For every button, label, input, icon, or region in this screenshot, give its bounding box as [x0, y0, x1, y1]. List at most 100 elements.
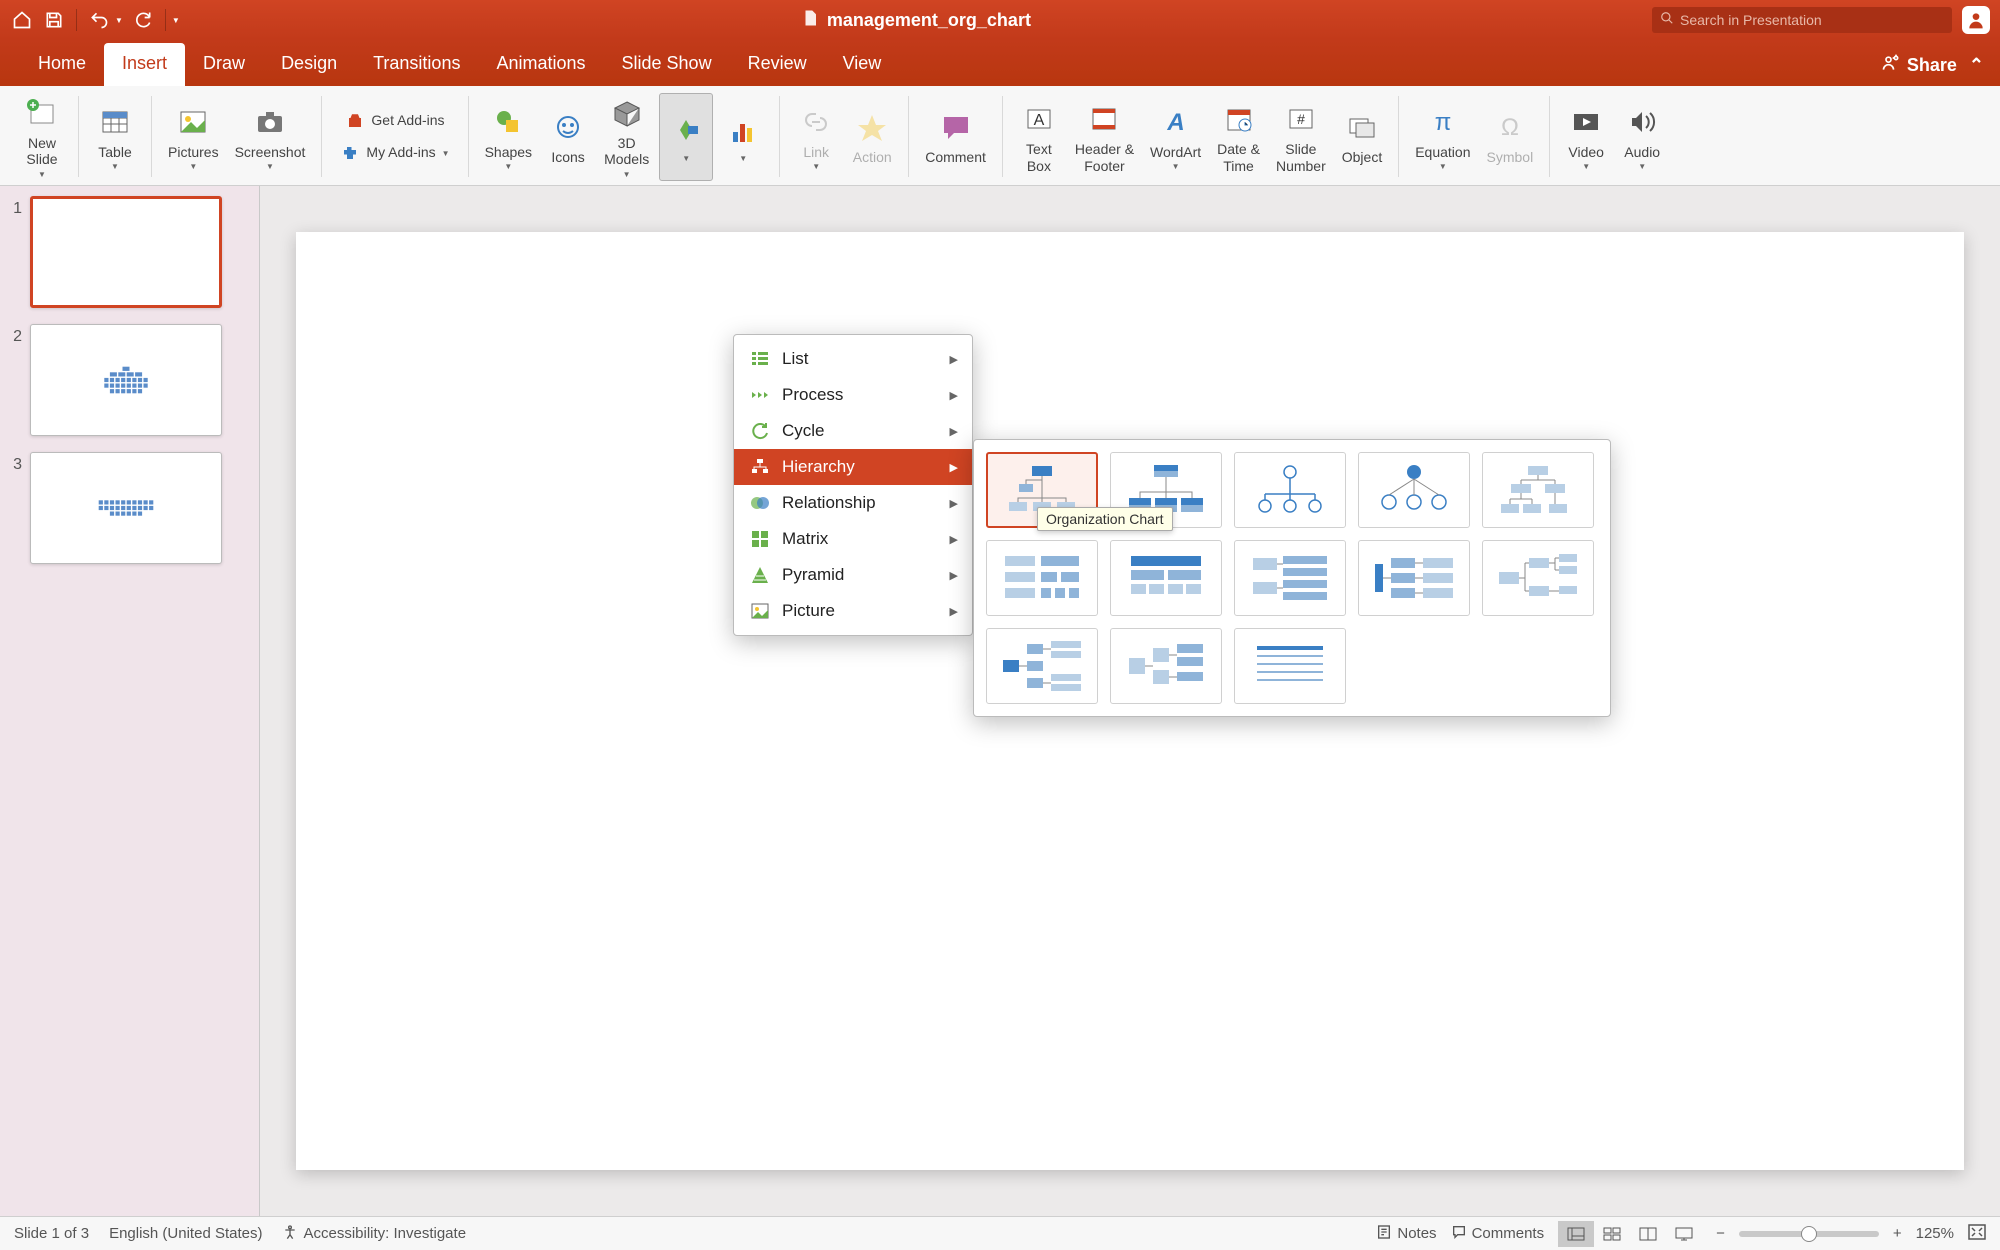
svg-text:#: # — [1297, 111, 1305, 127]
screenshot-button[interactable]: Screenshot ▼ — [229, 93, 312, 181]
slide-number-button[interactable]: # Slide Number — [1270, 93, 1332, 181]
gallery-tooltip: Organization Chart — [1037, 507, 1173, 531]
accessibility-label: Accessibility: Investigate — [303, 1225, 466, 1242]
accessibility-icon — [282, 1224, 298, 1244]
my-addins-button[interactable]: My Add-ins ▼ — [332, 139, 457, 167]
sorter-view-button[interactable] — [1594, 1221, 1630, 1247]
slideshow-view-button[interactable] — [1666, 1221, 1702, 1247]
tab-slideshow[interactable]: Slide Show — [604, 43, 730, 86]
smartart-category-picture[interactable]: Picture ▶ — [734, 593, 972, 629]
slide-thumbnail-1[interactable] — [30, 196, 222, 308]
undo-dropdown-icon[interactable]: ▼ — [115, 16, 123, 25]
gallery-item-lined-list[interactable] — [1234, 628, 1346, 704]
smartart-category-pyramid[interactable]: Pyramid ▶ — [734, 557, 972, 593]
gallery-item-labeled-hierarchy[interactable] — [986, 540, 1098, 616]
home-icon[interactable] — [10, 8, 34, 32]
gallery-item-horizontal-hierarchy[interactable] — [1482, 540, 1594, 616]
table-button[interactable]: Table ▼ — [89, 93, 141, 181]
workspace: 1 2 3 — [0, 186, 2000, 1216]
normal-view-button[interactable] — [1558, 1221, 1594, 1247]
tab-insert[interactable]: Insert — [104, 43, 185, 86]
shapes-button[interactable]: Shapes ▼ — [479, 93, 538, 181]
date-time-button[interactable]: Date & Time — [1211, 93, 1266, 181]
smartart-button[interactable]: ▼ — [659, 93, 713, 181]
smartart-category-cycle[interactable]: Cycle ▶ — [734, 413, 972, 449]
zoom-out-button[interactable]: − — [1716, 1225, 1725, 1242]
thumbnail-row[interactable]: 2 — [8, 324, 251, 436]
new-slide-button[interactable]: New Slide ▼ — [16, 93, 68, 181]
3dmodels-button[interactable]: 3D Models ▼ — [598, 93, 655, 181]
slide-count-label[interactable]: Slide 1 of 3 — [14, 1225, 89, 1242]
smartart-category-matrix[interactable]: Matrix ▶ — [734, 521, 972, 557]
action-button[interactable]: Action — [846, 93, 898, 181]
gallery-item-horizontal-labeled[interactable] — [1110, 628, 1222, 704]
zoom-in-button[interactable]: + — [1893, 1225, 1902, 1242]
notes-button[interactable]: Notes — [1376, 1224, 1436, 1244]
thumbnail-row[interactable]: 1 — [8, 196, 251, 308]
symbol-icon: Ω — [1490, 107, 1530, 147]
zoom-knob[interactable] — [1801, 1226, 1817, 1242]
smartart-category-hierarchy[interactable]: Hierarchy ▶ — [734, 449, 972, 485]
gallery-item-horizontal-org[interactable] — [1358, 540, 1470, 616]
symbol-button[interactable]: Ω Symbol — [1481, 93, 1540, 181]
gallery-item-hierarchy-list[interactable] — [1234, 540, 1346, 616]
gallery-item-half-circle-org[interactable] — [1234, 452, 1346, 528]
comments-label: Comments — [1472, 1225, 1545, 1242]
header-footer-button[interactable]: Header & Footer — [1069, 93, 1140, 181]
collapse-ribbon-icon[interactable]: ⌃ — [1969, 55, 1984, 76]
list-icon — [748, 347, 772, 371]
search-icon — [1660, 11, 1674, 30]
equation-button[interactable]: π Equation ▼ — [1409, 93, 1476, 181]
wordart-button[interactable]: A WordArt ▼ — [1144, 93, 1207, 181]
video-button[interactable]: Video ▼ — [1560, 93, 1612, 181]
tab-design[interactable]: Design — [263, 43, 355, 86]
relationship-icon — [748, 491, 772, 515]
undo-icon[interactable] — [87, 8, 111, 32]
fit-to-window-button[interactable] — [1968, 1224, 1986, 1244]
pictures-button[interactable]: Pictures ▼ — [162, 93, 225, 181]
zoom-level[interactable]: 125% — [1916, 1225, 1954, 1242]
audio-button[interactable]: Audio ▼ — [1616, 93, 1668, 181]
textbox-icon: A — [1019, 99, 1059, 139]
icons-button[interactable]: Icons — [542, 93, 594, 181]
smartart-category-process[interactable]: Process ▶ — [734, 377, 972, 413]
textbox-button[interactable]: A Text Box — [1013, 93, 1065, 181]
document-title: management_org_chart — [827, 10, 1031, 31]
comments-button[interactable]: Comments — [1451, 1224, 1545, 1244]
share-button[interactable]: Share ⌃ — [1881, 53, 1984, 78]
search-input[interactable] — [1680, 12, 1944, 28]
gallery-item-circle-picture-hierarchy[interactable] — [1358, 452, 1470, 528]
qat-customize-icon[interactable]: ▼ — [172, 16, 180, 25]
share-label: Share — [1907, 55, 1957, 76]
gallery-item-horizontal-multilevel[interactable] — [986, 628, 1098, 704]
tab-view[interactable]: View — [825, 43, 900, 86]
status-bar: Slide 1 of 3 English (United States) Acc… — [0, 1216, 2000, 1250]
smartart-category-relationship[interactable]: Relationship ▶ — [734, 485, 972, 521]
tab-review[interactable]: Review — [730, 43, 825, 86]
get-addins-button[interactable]: Get Add-ins — [332, 107, 457, 135]
slide-thumbnail-3[interactable] — [30, 452, 222, 564]
redo-icon[interactable] — [131, 8, 155, 32]
save-icon[interactable] — [42, 8, 66, 32]
tab-animations[interactable]: Animations — [478, 43, 603, 86]
smartart-hierarchy-gallery — [973, 439, 1611, 717]
accessibility-button[interactable]: Accessibility: Investigate — [282, 1224, 466, 1244]
slide-thumbnail-pane[interactable]: 1 2 3 — [0, 186, 260, 1216]
thumbnail-row[interactable]: 3 — [8, 452, 251, 564]
tab-draw[interactable]: Draw — [185, 43, 263, 86]
gallery-item-table-hierarchy[interactable] — [1110, 540, 1222, 616]
tab-transitions[interactable]: Transitions — [355, 43, 478, 86]
slide-thumbnail-2[interactable] — [30, 324, 222, 436]
comment-button[interactable]: Comment — [919, 93, 992, 181]
reading-view-button[interactable] — [1630, 1221, 1666, 1247]
object-button[interactable]: Object — [1336, 93, 1388, 181]
smartart-category-list[interactable]: List ▶ — [734, 341, 972, 377]
tab-home[interactable]: Home — [20, 43, 104, 86]
chart-button[interactable]: ▼ — [717, 93, 769, 181]
gallery-item-hierarchy[interactable] — [1482, 452, 1594, 528]
search-box[interactable] — [1652, 7, 1952, 33]
link-button[interactable]: Link ▼ — [790, 93, 842, 181]
zoom-slider[interactable] — [1739, 1231, 1879, 1237]
user-avatar[interactable] — [1962, 6, 1990, 34]
language-label[interactable]: English (United States) — [109, 1225, 262, 1242]
